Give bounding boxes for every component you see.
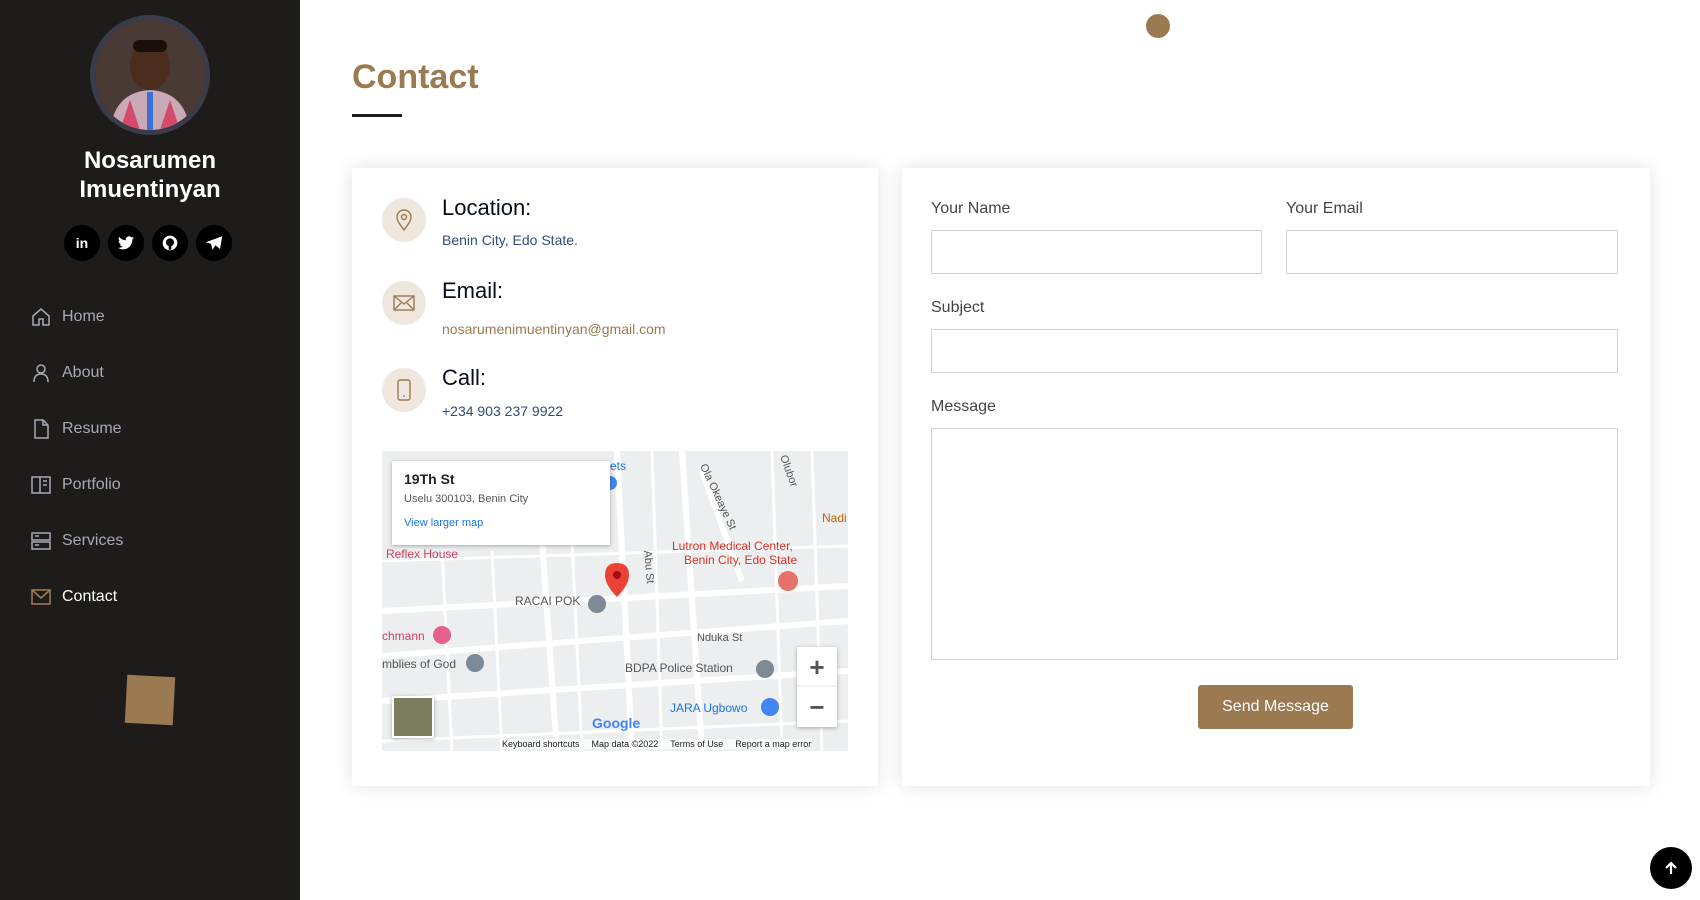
message-label: Message — [931, 398, 996, 415]
call-value[interactable]: +234 903 237 9922 — [442, 403, 563, 419]
view-larger-map-link[interactable]: View larger map — [404, 517, 598, 529]
file-icon — [30, 418, 52, 440]
map-label: RACAI POK — [515, 594, 581, 608]
portfolio-icon — [30, 474, 52, 496]
nav-label: Home — [62, 308, 105, 325]
report-error-link[interactable]: Report a map error — [735, 739, 811, 749]
subject-input[interactable] — [931, 329, 1618, 373]
google-logo: Google — [592, 715, 641, 731]
email-label: Email: — [442, 278, 504, 303]
user-icon — [30, 362, 52, 384]
zoom-out-button[interactable]: − — [797, 687, 837, 727]
map-label: chmann — [382, 629, 425, 643]
server-icon — [30, 530, 52, 552]
telegram-icon[interactable] — [196, 225, 232, 261]
map-info-popup: 19Th St Uselu 300103, Benin City View la… — [392, 461, 610, 545]
email-value[interactable]: nosarumenimuentinyan@gmail.com — [442, 321, 666, 337]
send-message-button[interactable]: Send Message — [1198, 685, 1353, 729]
satellite-toggle[interactable] — [392, 696, 434, 738]
map-label: Lutron Medical Center, — [672, 539, 793, 553]
map-pin-icon — [382, 198, 426, 242]
main-nav: Home About Resume Portfolio Services Con… — [30, 289, 123, 625]
profile-name: Nosarumen Imuentinyan — [0, 146, 300, 204]
name-input[interactable] — [931, 230, 1262, 274]
nav-label: Contact — [62, 588, 118, 605]
decorative-square — [124, 674, 176, 726]
nav-label: Resume — [62, 420, 122, 437]
nav-label: About — [62, 364, 104, 381]
map-label: Reflex House — [386, 547, 459, 561]
map-label: JARA Ugbowo — [670, 701, 748, 715]
popup-title: 19Th St — [404, 471, 455, 487]
map-label: Nduka St — [697, 632, 743, 644]
contact-info-card: Location: Benin City, Edo State. Email: … — [352, 168, 878, 786]
nav-item-services[interactable]: Services — [30, 513, 123, 569]
phone-icon — [382, 368, 426, 412]
social-links: in — [64, 225, 232, 261]
nav-item-resume[interactable]: Resume — [30, 401, 123, 457]
page-title: Contact — [352, 58, 479, 96]
contact-form-card: Your Name Your Email Subject Message Sen… — [902, 168, 1650, 786]
nav-item-contact[interactable]: Contact — [30, 569, 123, 625]
location-value: Benin City, Edo State. — [442, 232, 578, 248]
title-underline — [352, 114, 402, 117]
map-footer: Keyboard shortcuts Map data ©2022 Terms … — [502, 739, 812, 749]
message-textarea[interactable] — [931, 428, 1618, 660]
map-label: Benin City, Edo State — [684, 553, 798, 567]
embedded-map[interactable]: Reflex House Lutron Medical Center, Beni… — [382, 451, 848, 751]
map-label: BDPA Police Station — [625, 661, 733, 675]
terms-link[interactable]: Terms of Use — [670, 739, 723, 749]
profile-name-first: Nosarumen — [83, 147, 217, 174]
map-data-text: Map data ©2022 — [591, 739, 659, 749]
email-label: Your Email — [1286, 200, 1363, 217]
envelope-icon — [382, 281, 426, 325]
github-icon[interactable] — [152, 225, 188, 261]
nav-item-home[interactable]: Home — [30, 289, 123, 345]
envelope-icon — [30, 586, 52, 608]
name-label: Your Name — [931, 200, 1011, 217]
keyboard-shortcuts-link[interactable]: Keyboard shortcuts — [502, 739, 580, 749]
decorative-dot — [1146, 14, 1170, 38]
location-label: Location: — [442, 195, 532, 220]
back-to-top-button[interactable] — [1650, 847, 1692, 889]
avatar — [90, 15, 210, 135]
profile-name-last: Imuentinyan — [79, 176, 221, 203]
arrow-up-icon — [1665, 861, 1677, 874]
nav-label: Services — [62, 532, 124, 549]
call-label: Call: — [442, 365, 487, 390]
subject-label: Subject — [931, 299, 985, 316]
popup-address: Uselu 300103, Benin City — [404, 493, 529, 505]
zoom-in-button[interactable]: + — [797, 647, 837, 687]
map-label: ets — [610, 459, 627, 473]
nav-item-portfolio[interactable]: Portfolio — [30, 457, 123, 513]
map-label: mblies of God — [382, 657, 457, 671]
linkedin-icon[interactable]: in — [64, 225, 100, 261]
nav-item-about[interactable]: About — [30, 345, 123, 401]
email-input[interactable] — [1286, 230, 1618, 274]
twitter-icon[interactable] — [108, 225, 144, 261]
sidebar: Nosarumen Imuentinyan in Home About Resu… — [0, 0, 300, 900]
map-label: Nadi — [822, 511, 847, 525]
nav-label: Portfolio — [62, 476, 121, 493]
home-icon — [30, 306, 52, 328]
